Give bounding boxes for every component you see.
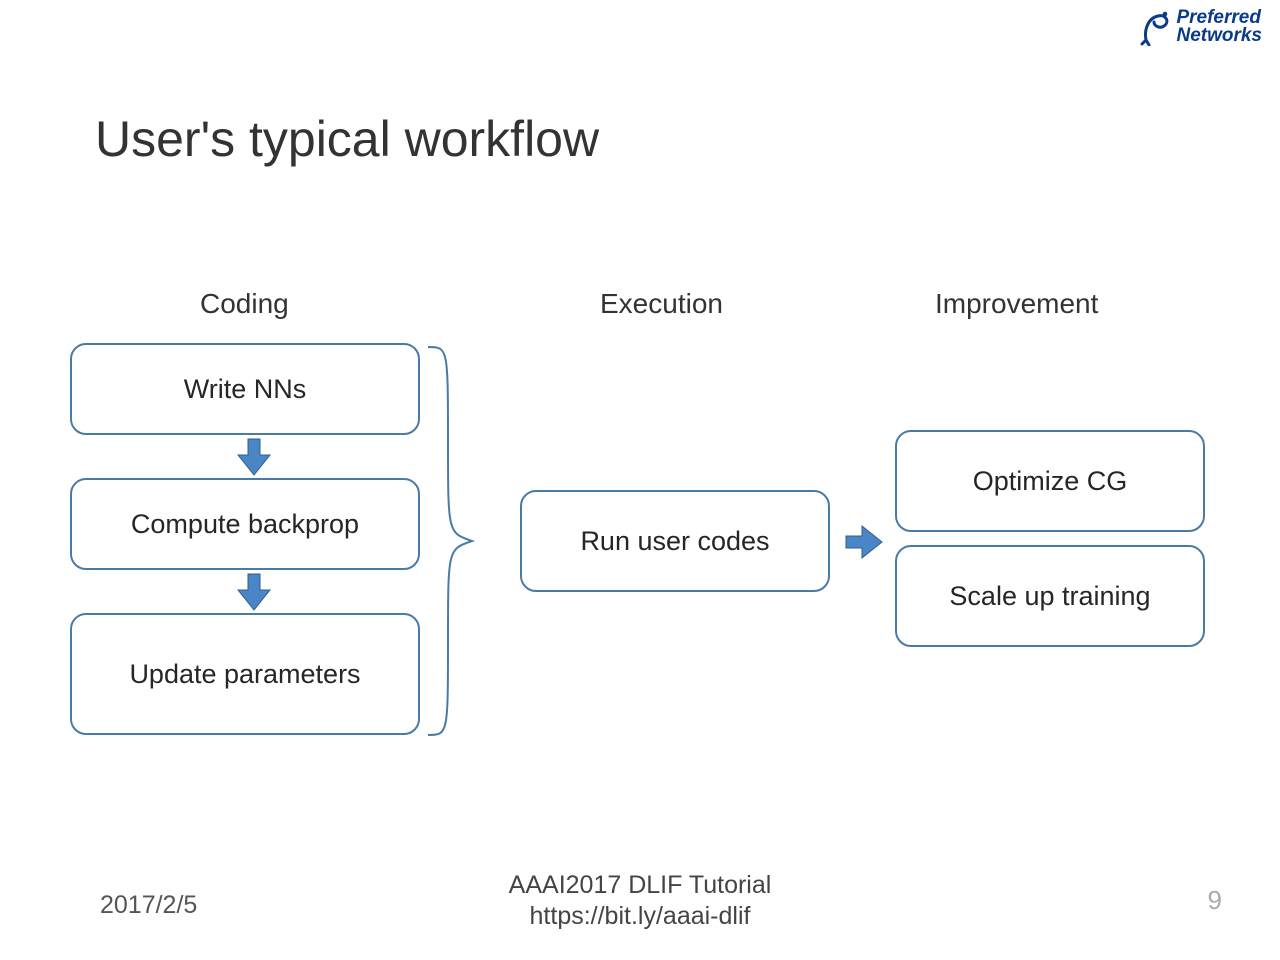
box-run-user-codes: Run user codes (520, 490, 830, 592)
box-scale-up-training: Scale up training (895, 545, 1205, 647)
arrow-right-icon (844, 522, 884, 562)
brace-icon (424, 343, 476, 739)
box-optimize-cg: Optimize CG (895, 430, 1205, 532)
logo-text: Preferred Networks (1176, 9, 1262, 45)
page-title: User's typical workflow (95, 110, 599, 168)
footer-tutorial-name: AAAI2017 DLIF Tutorial (509, 870, 772, 901)
section-label-coding: Coding (200, 288, 289, 320)
logo: Preferred Networks (1138, 8, 1262, 46)
box-compute-backprop: Compute backprop (70, 478, 420, 570)
section-label-improvement: Improvement (935, 288, 1098, 320)
arrow-down-icon (234, 437, 274, 477)
footer-center: AAAI2017 DLIF Tutorial https://bit.ly/aa… (509, 870, 772, 933)
footer-page-number: 9 (1208, 885, 1222, 916)
footer-url: https://bit.ly/aaai-dlif (509, 901, 772, 932)
logo-line2: Networks (1176, 27, 1262, 45)
box-write-nns: Write NNs (70, 343, 420, 435)
arrow-down-icon (234, 572, 274, 612)
logo-icon (1138, 8, 1172, 46)
section-label-execution: Execution (600, 288, 723, 320)
footer-date: 2017/2/5 (100, 891, 197, 920)
box-update-parameters: Update parameters (70, 613, 420, 735)
